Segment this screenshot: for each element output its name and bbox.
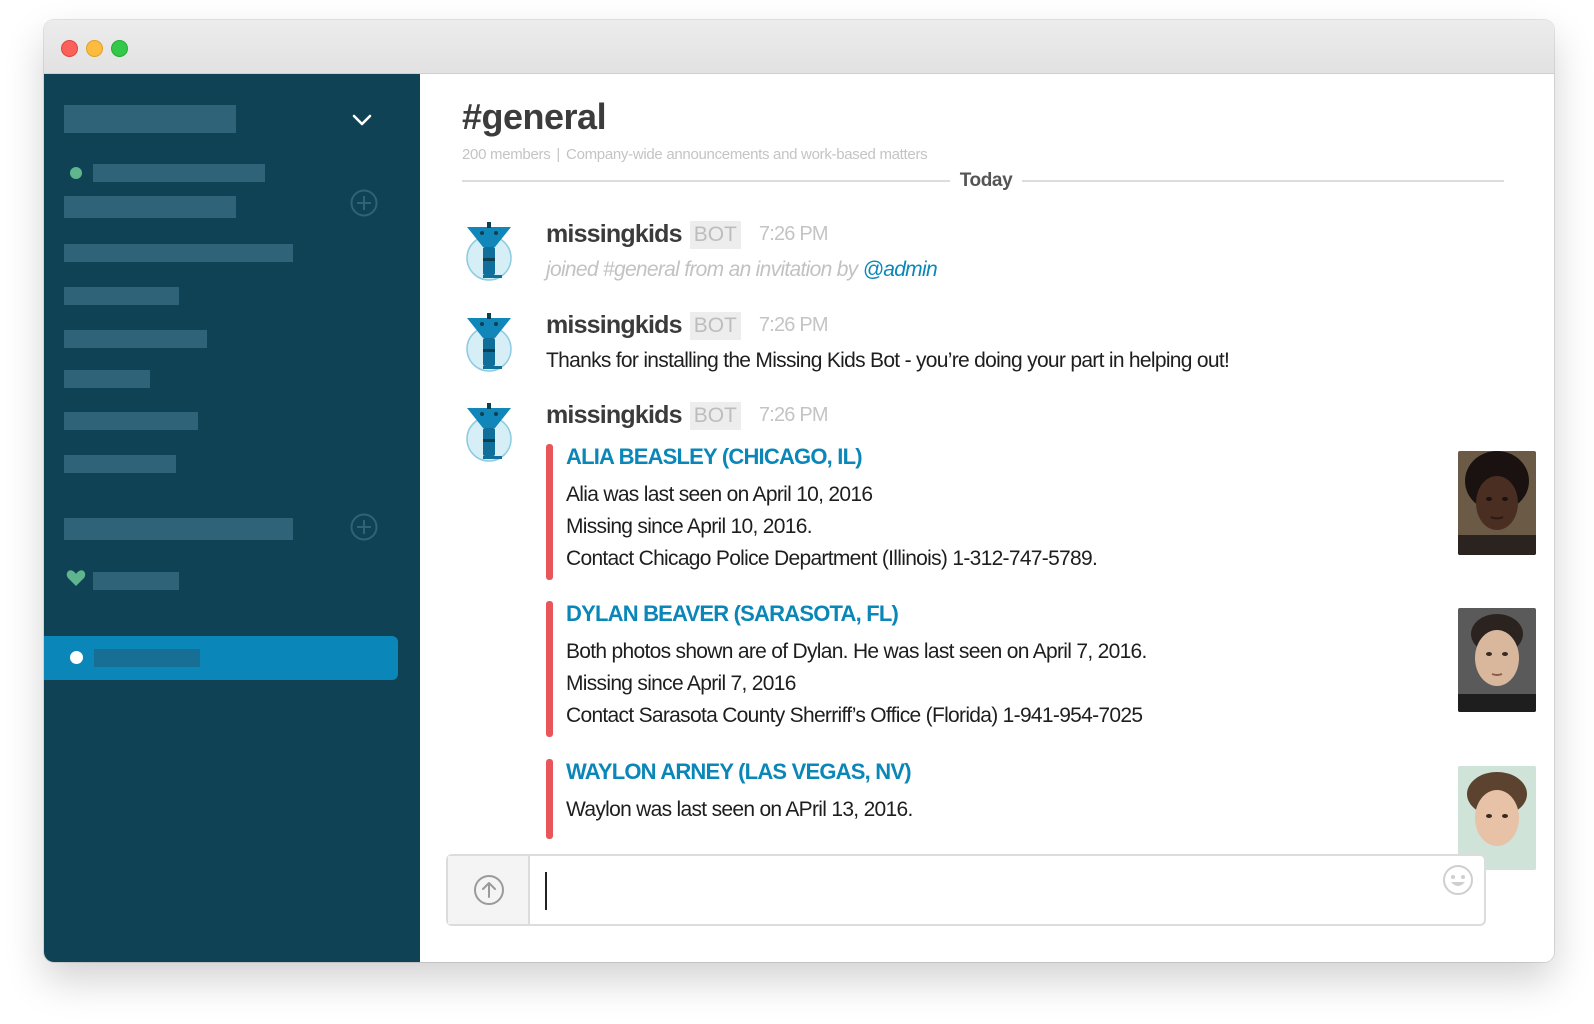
missing-child-attachment: DYLAN BEAVER (SARASOTA, FL) Both photos … [546, 601, 1536, 737]
attachment-text-line: Contact Chicago Police Department (Illin… [566, 547, 1098, 570]
sidebar-item-placeholder[interactable] [93, 572, 179, 590]
missingkids-bot-avatar[interactable] [462, 220, 522, 282]
attachment-title-link[interactable]: DYLAN BEAVER (SARASOTA, FL) [566, 601, 899, 627]
sidebar-item-placeholder[interactable] [64, 244, 293, 262]
attachment-color-bar [546, 601, 553, 737]
attachment-title-link[interactable]: WAYLON ARNEY (LAS VEGAS, NV) [566, 759, 912, 785]
active-dot [70, 651, 83, 664]
attachment-color-bar [546, 444, 553, 580]
sidebar-item-placeholder [94, 649, 200, 667]
sidebar-item-placeholder[interactable] [64, 330, 207, 348]
join-text: joined #general from an invitation by [546, 258, 863, 281]
day-divider-label: Today [959, 170, 1013, 191]
attachment-color-bar [546, 759, 553, 839]
missingkids-bot-avatar[interactable] [462, 311, 522, 373]
attachment-text-line: Missing since April 10, 2016. [566, 515, 813, 538]
sidebar-item-placeholder[interactable] [64, 287, 179, 305]
channel-title: #general [462, 96, 607, 137]
message-header: missingkids BOT 7:26 PM [546, 401, 829, 431]
channel-view: #general 200 members | Company-wide announ… [420, 74, 1554, 962]
message-input[interactable] [550, 856, 1434, 924]
missing-child-photo[interactable] [1458, 451, 1536, 555]
bot-badge: BOT [689, 401, 741, 430]
section-header-placeholder[interactable] [64, 518, 293, 540]
missing-child-photo[interactable] [1458, 608, 1536, 712]
sidebar-item-placeholder[interactable] [64, 412, 198, 430]
username-placeholder [93, 164, 265, 182]
attachment-text-line: Contact Sarasota County Sherriff’s Offic… [566, 704, 1143, 727]
meta-separator: | [556, 146, 561, 163]
message-header: missingkids BOT 7:26 PM [546, 311, 829, 341]
message-text: joined #general from an invitation by @a… [546, 258, 938, 282]
member-count[interactable]: 200 members [462, 146, 551, 163]
missing-child-attachment: WAYLON ARNEY (LAS VEGAS, NV) Waylon was … [546, 759, 1536, 870]
attachment-text-line: Both photos shown are of Dylan. He was l… [566, 640, 1147, 663]
add-channel-icon[interactable] [349, 188, 379, 218]
missingkids-bot-avatar[interactable] [462, 401, 522, 463]
minimize-window-button[interactable] [86, 40, 103, 57]
message-author[interactable]: missingkids [546, 220, 683, 248]
close-window-button[interactable] [61, 40, 78, 57]
title-bar [44, 20, 1554, 74]
message-author[interactable]: missingkids [546, 401, 683, 429]
sidebar-item-placeholder[interactable] [64, 455, 176, 473]
upload-button[interactable] [448, 856, 530, 924]
user-mention-link[interactable]: @admin [863, 258, 938, 281]
heart-icon [66, 570, 86, 586]
attachment-text-line: Waylon was last seen on APril 13, 2016. [566, 798, 913, 821]
emoji-icon[interactable] [1442, 864, 1474, 896]
upload-icon [474, 875, 504, 905]
channel-meta: 200 members | Company-wide announcements a… [462, 146, 928, 163]
zoom-window-button[interactable] [111, 40, 128, 57]
sidebar [44, 74, 420, 962]
bot-badge: BOT [689, 311, 741, 340]
message-header: missingkids BOT 7:26 PM [546, 220, 829, 250]
day-divider-line [462, 180, 950, 182]
attachment-text-line: Alia was last seen on April 10, 2016 [566, 483, 873, 506]
bot-badge: BOT [689, 220, 741, 249]
section-header-placeholder[interactable] [64, 196, 236, 218]
attachment-title-link[interactable]: ALIA BEASLEY (CHICAGO, IL) [566, 444, 863, 470]
chevron-down-icon[interactable] [349, 107, 375, 133]
message-timestamp[interactable]: 7:26 PM [759, 404, 829, 426]
message-timestamp[interactable]: 7:26 PM [759, 223, 829, 245]
channel-purpose: Company-wide announcements and work-base… [566, 146, 928, 163]
attachment-text-line: Missing since April 7, 2016 [566, 672, 796, 695]
missing-child-attachment: ALIA BEASLEY (CHICAGO, IL) Alia was last… [546, 444, 1536, 580]
text-cursor [545, 872, 547, 910]
message-author[interactable]: missingkids [546, 311, 683, 339]
day-divider-line [1022, 180, 1504, 182]
sidebar-item-placeholder[interactable] [64, 370, 150, 388]
message-composer [446, 854, 1486, 926]
message-text: Thanks for installing the Missing Kids B… [546, 349, 1230, 372]
app-window: #general 200 members | Company-wide announ… [44, 20, 1554, 962]
message-timestamp[interactable]: 7:26 PM [759, 314, 829, 336]
add-channel-icon[interactable] [349, 512, 379, 542]
presence-dot [70, 167, 82, 179]
sidebar-item-active[interactable] [44, 636, 398, 680]
team-name-placeholder[interactable] [64, 105, 236, 133]
